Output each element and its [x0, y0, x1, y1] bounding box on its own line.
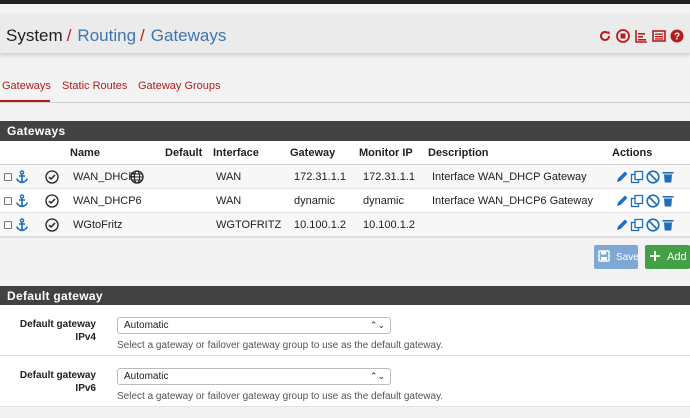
save-button-label: Save: [616, 251, 639, 263]
add-gateway-button[interactable]: Add: [645, 245, 690, 269]
trash-icon[interactable]: [661, 218, 675, 235]
default-gateway-ipv4-help: Select a gateway or failover gateway gro…: [117, 340, 444, 351]
save-icon: [598, 249, 610, 265]
col-gateway[interactable]: Gateway: [290, 147, 335, 159]
gateway-name: WAN_DHCP6: [73, 195, 142, 207]
default-gateway-panel-title: Default gateway: [0, 286, 690, 306]
enabled-check-icon: [45, 194, 59, 211]
anchor-icon[interactable]: [15, 218, 29, 235]
default-gateway-ipv4-label: Default gateway IPv4: [19, 319, 96, 343]
tab-bar: Gateways Static Routes Gateway Groups: [0, 76, 690, 104]
breadcrumb: System / Routing / Gateways: [6, 26, 227, 45]
default-gateway-ipv6-help: Select a gateway or failover gateway gro…: [117, 391, 444, 402]
gateway-monitor-ip: 10.100.1.2: [363, 219, 415, 231]
gateways-table: Name Default Interface Gateway Monitor I…: [0, 141, 690, 238]
col-name[interactable]: Name: [70, 147, 100, 159]
disable-icon[interactable]: [646, 194, 660, 211]
tab-static-routes[interactable]: Static Routes: [62, 80, 127, 92]
gateway-monitor-ip: dynamic: [363, 195, 404, 207]
edit-pencil-icon[interactable]: [615, 218, 629, 235]
add-button-label: Add: [667, 251, 687, 263]
col-description[interactable]: Description: [428, 147, 489, 159]
gateway-interface: WAN: [216, 195, 242, 207]
gateway-description: Interface WAN_DHCP6 Gateway: [432, 195, 593, 207]
log-icon[interactable]: [652, 29, 666, 43]
disable-icon[interactable]: [646, 218, 660, 235]
top-navbar: [0, 0, 690, 4]
row-checkbox[interactable]: [4, 173, 12, 181]
trash-icon[interactable]: [661, 170, 675, 187]
copy-icon[interactable]: [630, 194, 644, 211]
breadcrumb-system: System: [6, 26, 63, 45]
plus-icon: [649, 250, 661, 265]
edit-pencil-icon[interactable]: [615, 194, 629, 211]
row-checkbox[interactable]: [4, 197, 12, 205]
col-default[interactable]: Default: [165, 147, 202, 159]
breadcrumb-gateways[interactable]: Gateways: [151, 26, 227, 45]
table-row: WAN_DHCP WAN 172.31.1.1 172.31.1.1 Inter…: [0, 165, 690, 189]
anchor-icon[interactable]: [15, 194, 29, 211]
chevron-updown-icon: ⌃⌄: [369, 371, 385, 381]
page-header: System / Routing / Gateways ?: [0, 14, 690, 54]
save-button[interactable]: Save: [594, 245, 639, 269]
reload-icon[interactable]: [598, 29, 612, 43]
header-actions: ?: [598, 29, 684, 43]
chevron-updown-icon: ⌃⌄: [369, 320, 385, 330]
trash-icon[interactable]: [661, 194, 675, 211]
form-row-ipv4: Default gateway IPv4 Automatic ⌃⌄ Select …: [0, 305, 690, 356]
breadcrumb-routing[interactable]: Routing: [77, 26, 136, 45]
tab-gateway-groups[interactable]: Gateway Groups: [138, 80, 221, 92]
gateway-address: 172.31.1.1: [294, 171, 346, 183]
gateways-panel-title: Gateways: [0, 121, 690, 141]
default-gateway-ipv6-label: Default gateway IPv6: [19, 370, 96, 394]
col-actions: Actions: [612, 147, 653, 159]
gateway-monitor-ip: 172.31.1.1: [363, 171, 415, 183]
stop-icon[interactable]: [616, 29, 630, 43]
anchor-icon[interactable]: [15, 170, 29, 187]
tab-divider: [0, 102, 690, 103]
col-monitor-ip[interactable]: Monitor IP: [359, 147, 413, 159]
table-header: Name Default Interface Gateway Monitor I…: [0, 141, 690, 165]
default-gateway-ipv6-select[interactable]: Automatic ⌃⌄: [117, 368, 391, 385]
col-interface[interactable]: Interface: [213, 147, 259, 159]
tab-gateways[interactable]: Gateways: [2, 80, 51, 92]
copy-icon[interactable]: [630, 218, 644, 235]
default-gateway-ipv4-select[interactable]: Automatic ⌃⌄: [117, 317, 391, 334]
gateway-description: Interface WAN_DHCP Gateway: [432, 171, 587, 183]
enabled-check-icon: [45, 170, 59, 187]
svg-text:?: ?: [674, 32, 680, 43]
form-row-ipv6: Default gateway IPv6 Automatic ⌃⌄ Select …: [0, 356, 690, 407]
gateway-name: WAN_DHCP: [73, 171, 136, 183]
table-row: WAN_DHCP6 WAN dynamic dynamic Interface …: [0, 189, 690, 213]
enabled-check-icon: [45, 218, 59, 235]
edit-pencil-icon[interactable]: [615, 170, 629, 187]
gateway-address: 10.100.1.2: [294, 219, 346, 231]
copy-icon[interactable]: [630, 170, 644, 187]
row-checkbox[interactable]: [4, 221, 12, 229]
gateway-address: dynamic: [294, 195, 335, 207]
table-row: WGtoFritz WGTOFRITZ 10.100.1.2 10.100.1.…: [0, 213, 690, 237]
gateway-interface: WGTOFRITZ: [216, 219, 282, 231]
chart-icon[interactable]: [634, 29, 648, 43]
gateway-interface: WAN: [216, 171, 242, 183]
disable-icon[interactable]: [646, 170, 660, 187]
globe-icon: [130, 170, 144, 187]
gateway-name: WGtoFritz: [73, 219, 123, 231]
help-icon[interactable]: ?: [670, 29, 684, 43]
default-gateway-form: Default gateway IPv4 Automatic ⌃⌄ Select …: [0, 305, 690, 407]
